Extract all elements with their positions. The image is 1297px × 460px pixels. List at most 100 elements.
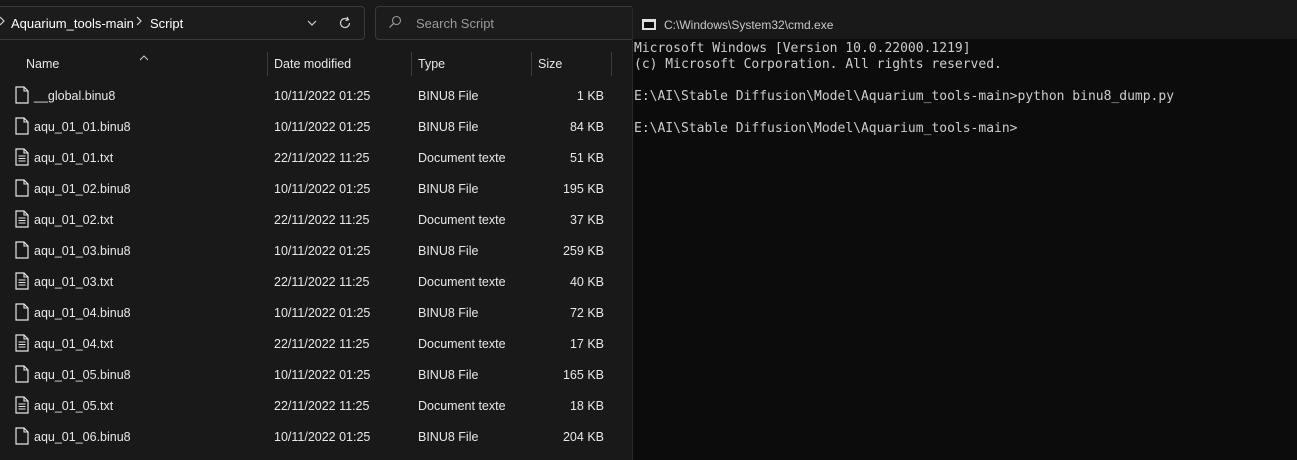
column-divider[interactable] xyxy=(411,52,412,76)
file-date-modified: 22/11/2022 11:25 xyxy=(274,399,370,413)
file-explorer-window: Aquarium_tools-main Script Name Date mod… xyxy=(0,0,633,460)
file-date-modified: 22/11/2022 11:25 xyxy=(274,337,370,351)
file-row[interactable]: aqu_01_04.txt 22/11/2022 11:25 Document te… xyxy=(0,328,632,359)
file-row[interactable]: aqu_01_04.binu8 10/11/2022 01:25 BINU8 Fil… xyxy=(0,297,632,328)
file-type: BINU8 File xyxy=(418,430,479,444)
file-name: aqu_01_02.binu8 xyxy=(34,182,131,196)
console-line: E:\AI\Stable Diffusion\Model\Aquarium_to… xyxy=(634,89,1175,104)
file-row[interactable]: aqu_01_02.txt 22/11/2022 11:25 Document te… xyxy=(0,204,632,235)
file-icon xyxy=(15,427,29,445)
file-size: 40 KB xyxy=(569,275,604,289)
file-type: Document texte xyxy=(418,213,506,227)
file-date-modified: 22/11/2022 11:25 xyxy=(274,213,370,227)
file-size: 18 KB xyxy=(569,399,604,413)
file-date-modified: 10/11/2022 01:25 xyxy=(274,182,371,196)
file-size: 204 KB xyxy=(562,430,604,444)
file-type: BINU8 File xyxy=(418,368,479,382)
text-document-icon xyxy=(15,334,29,352)
file-size: 165 KB xyxy=(562,368,604,382)
cmd-window-title: C:\Windows\System32\cmd.exe xyxy=(664,18,834,32)
file-type: BINU8 File xyxy=(418,120,479,134)
file-size: 84 KB xyxy=(569,120,604,134)
console-line: E:\AI\Stable Diffusion\Model\Aquarium_to… xyxy=(634,121,1018,136)
file-row[interactable]: aqu_01_05.txt 22/11/2022 11:25 Document te… xyxy=(0,390,632,421)
file-name: aqu_01_04.txt xyxy=(34,337,114,351)
file-type: Document texte xyxy=(418,337,506,351)
column-header-type[interactable]: Type xyxy=(418,57,445,71)
file-type: Document texte xyxy=(418,151,506,165)
file-size: 51 KB xyxy=(569,151,604,165)
file-type: BINU8 File xyxy=(418,182,479,196)
file-size: 72 KB xyxy=(569,306,604,320)
search-icon xyxy=(388,15,402,34)
file-date-modified: 10/11/2022 01:25 xyxy=(274,244,371,258)
refresh-icon[interactable] xyxy=(336,14,354,32)
file-size: 17 KB xyxy=(569,337,604,351)
file-row[interactable]: aqu_01_02.binu8 10/11/2022 01:25 BINU8 Fil… xyxy=(0,173,632,204)
cmd-app-icon xyxy=(642,19,656,30)
file-name: aqu_01_01.txt xyxy=(34,151,114,165)
file-name: aqu_01_05.binu8 xyxy=(34,368,131,382)
file-type: BINU8 File xyxy=(418,306,479,320)
text-document-icon xyxy=(15,148,29,166)
file-icon xyxy=(15,179,29,197)
column-divider[interactable] xyxy=(267,52,268,76)
file-row[interactable]: __global.binu8 10/11/2022 01:25 BINU8 File… xyxy=(0,80,632,111)
file-date-modified: 22/11/2022 11:25 xyxy=(274,275,370,289)
file-row[interactable]: aqu_01_06.binu8 10/11/2022 01:25 BINU8 Fil… xyxy=(0,421,632,452)
column-divider[interactable] xyxy=(531,52,532,76)
file-date-modified: 22/11/2022 11:25 xyxy=(274,151,370,165)
console-line: Microsoft Windows [Version 10.0.22000.12… xyxy=(634,41,971,56)
column-header: Name Date modified Type Size xyxy=(0,50,632,78)
search-box[interactable] xyxy=(375,6,633,40)
column-header-name[interactable]: Name xyxy=(26,57,59,71)
text-document-icon xyxy=(15,210,29,228)
column-header-date-modified[interactable]: Date modified xyxy=(274,57,351,71)
file-size: 37 KB xyxy=(569,213,604,227)
column-divider[interactable] xyxy=(611,52,612,76)
background-strip xyxy=(632,0,1297,8)
file-date-modified: 10/11/2022 01:25 xyxy=(274,430,371,444)
search-input[interactable] xyxy=(416,14,616,32)
breadcrumb-chevron-icon[interactable] xyxy=(0,16,5,29)
file-icon xyxy=(15,241,29,259)
text-document-icon xyxy=(15,272,29,290)
file-name: aqu_01_03.binu8 xyxy=(34,244,131,258)
breadcrumb-item-aquarium-tools-main[interactable]: Aquarium_tools-main xyxy=(11,16,134,31)
file-name: aqu_01_04.binu8 xyxy=(34,306,131,320)
cmd-console-output[interactable]: Microsoft Windows [Version 10.0.22000.12… xyxy=(634,41,1294,137)
file-row[interactable]: aqu_01_05.binu8 10/11/2022 01:25 BINU8 Fil… xyxy=(0,359,632,390)
file-size: 259 KB xyxy=(562,244,604,258)
file-date-modified: 10/11/2022 01:25 xyxy=(274,368,371,382)
file-name: aqu_01_01.binu8 xyxy=(34,120,131,134)
file-date-modified: 10/11/2022 01:25 xyxy=(274,306,371,320)
console-line: (c) Microsoft Corporation. All rights re… xyxy=(634,57,1002,72)
file-icon xyxy=(15,86,29,104)
chevron-right-icon[interactable] xyxy=(136,16,142,29)
address-bar[interactable]: Aquarium_tools-main Script xyxy=(0,6,365,40)
file-name: __global.binu8 xyxy=(34,89,116,103)
file-name: aqu_01_05.txt xyxy=(34,399,114,413)
file-size: 1 KB xyxy=(576,89,604,103)
file-name: aqu_01_06.binu8 xyxy=(34,430,131,444)
file-row[interactable]: aqu_01_01.txt 22/11/2022 11:25 Document te… xyxy=(0,142,632,173)
file-icon xyxy=(15,365,29,383)
file-icon xyxy=(15,303,29,321)
chevron-down-icon[interactable] xyxy=(303,14,321,32)
sort-up-icon xyxy=(139,48,149,66)
cmd-window[interactable]: C:\Windows\System32\cmd.exe Microsoft Wi… xyxy=(632,8,1297,460)
file-type: Document texte xyxy=(418,399,506,413)
file-name: aqu_01_02.txt xyxy=(34,213,114,227)
file-date-modified: 10/11/2022 01:25 xyxy=(274,120,371,134)
file-row[interactable]: aqu_01_03.txt 22/11/2022 11:25 Document te… xyxy=(0,266,632,297)
file-size: 195 KB xyxy=(562,182,604,196)
file-type: BINU8 File xyxy=(418,89,479,103)
file-type: BINU8 File xyxy=(418,244,479,258)
file-row[interactable]: aqu_01_03.binu8 10/11/2022 01:25 BINU8 Fil… xyxy=(0,235,632,266)
cmd-titlebar[interactable]: C:\Windows\System32\cmd.exe xyxy=(633,8,1297,39)
file-row[interactable]: aqu_01_01.binu8 10/11/2022 01:25 BINU8 Fil… xyxy=(0,111,632,142)
column-header-size[interactable]: Size xyxy=(538,57,562,71)
breadcrumb-item-script[interactable]: Script xyxy=(150,16,183,31)
